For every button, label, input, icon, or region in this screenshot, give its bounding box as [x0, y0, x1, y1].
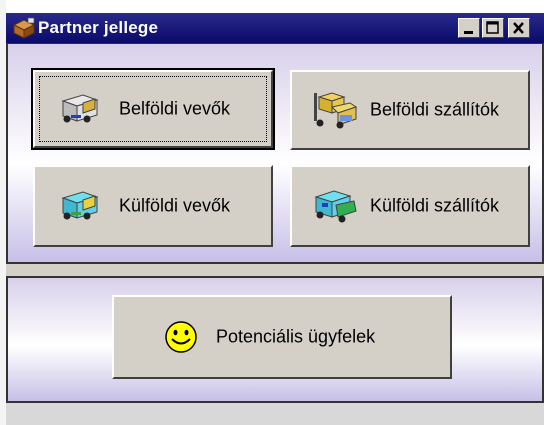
truck-icon	[314, 190, 357, 223]
forklift-icon	[314, 92, 358, 129]
foreign-suppliers-label: Külföldi szállítók	[370, 195, 500, 216]
domestic-customers-label: Belföldi vevők	[119, 98, 231, 119]
potential-clients-label: Potenciális ügyfelek	[216, 326, 376, 347]
domestic-suppliers-button[interactable]: Belföldi szállítók	[290, 70, 530, 150]
foreign-customers-label: Külföldi vevők	[119, 195, 231, 216]
close-button[interactable]	[508, 18, 530, 38]
minimize-button[interactable]	[458, 18, 480, 38]
truck-icon	[61, 94, 99, 123]
foreign-customers-button[interactable]: Külföldi vevők	[33, 165, 273, 247]
minimize-icon	[464, 31, 473, 34]
potential-clients-button[interactable]: Potenciális ügyfelek	[112, 295, 452, 379]
close-icon	[513, 22, 524, 34]
partner-type-window: Partner jellege Belföldi vevők Belföldi …	[0, 0, 544, 425]
package-icon	[12, 17, 36, 39]
status-strip	[6, 403, 544, 425]
panel-separator	[6, 264, 544, 276]
smiley-icon	[165, 321, 197, 353]
title-bar[interactable]: Partner jellege	[6, 13, 544, 43]
maximize-icon	[486, 21, 499, 34]
truck-icon	[61, 191, 99, 220]
foreign-suppliers-button[interactable]: Külföldi szállítók	[290, 165, 530, 247]
domestic-customers-button[interactable]: Belföldi vevők	[31, 68, 275, 150]
domestic-suppliers-label: Belföldi szállítók	[370, 99, 500, 120]
maximize-button[interactable]	[482, 18, 504, 38]
window-title: Partner jellege	[38, 18, 159, 37]
